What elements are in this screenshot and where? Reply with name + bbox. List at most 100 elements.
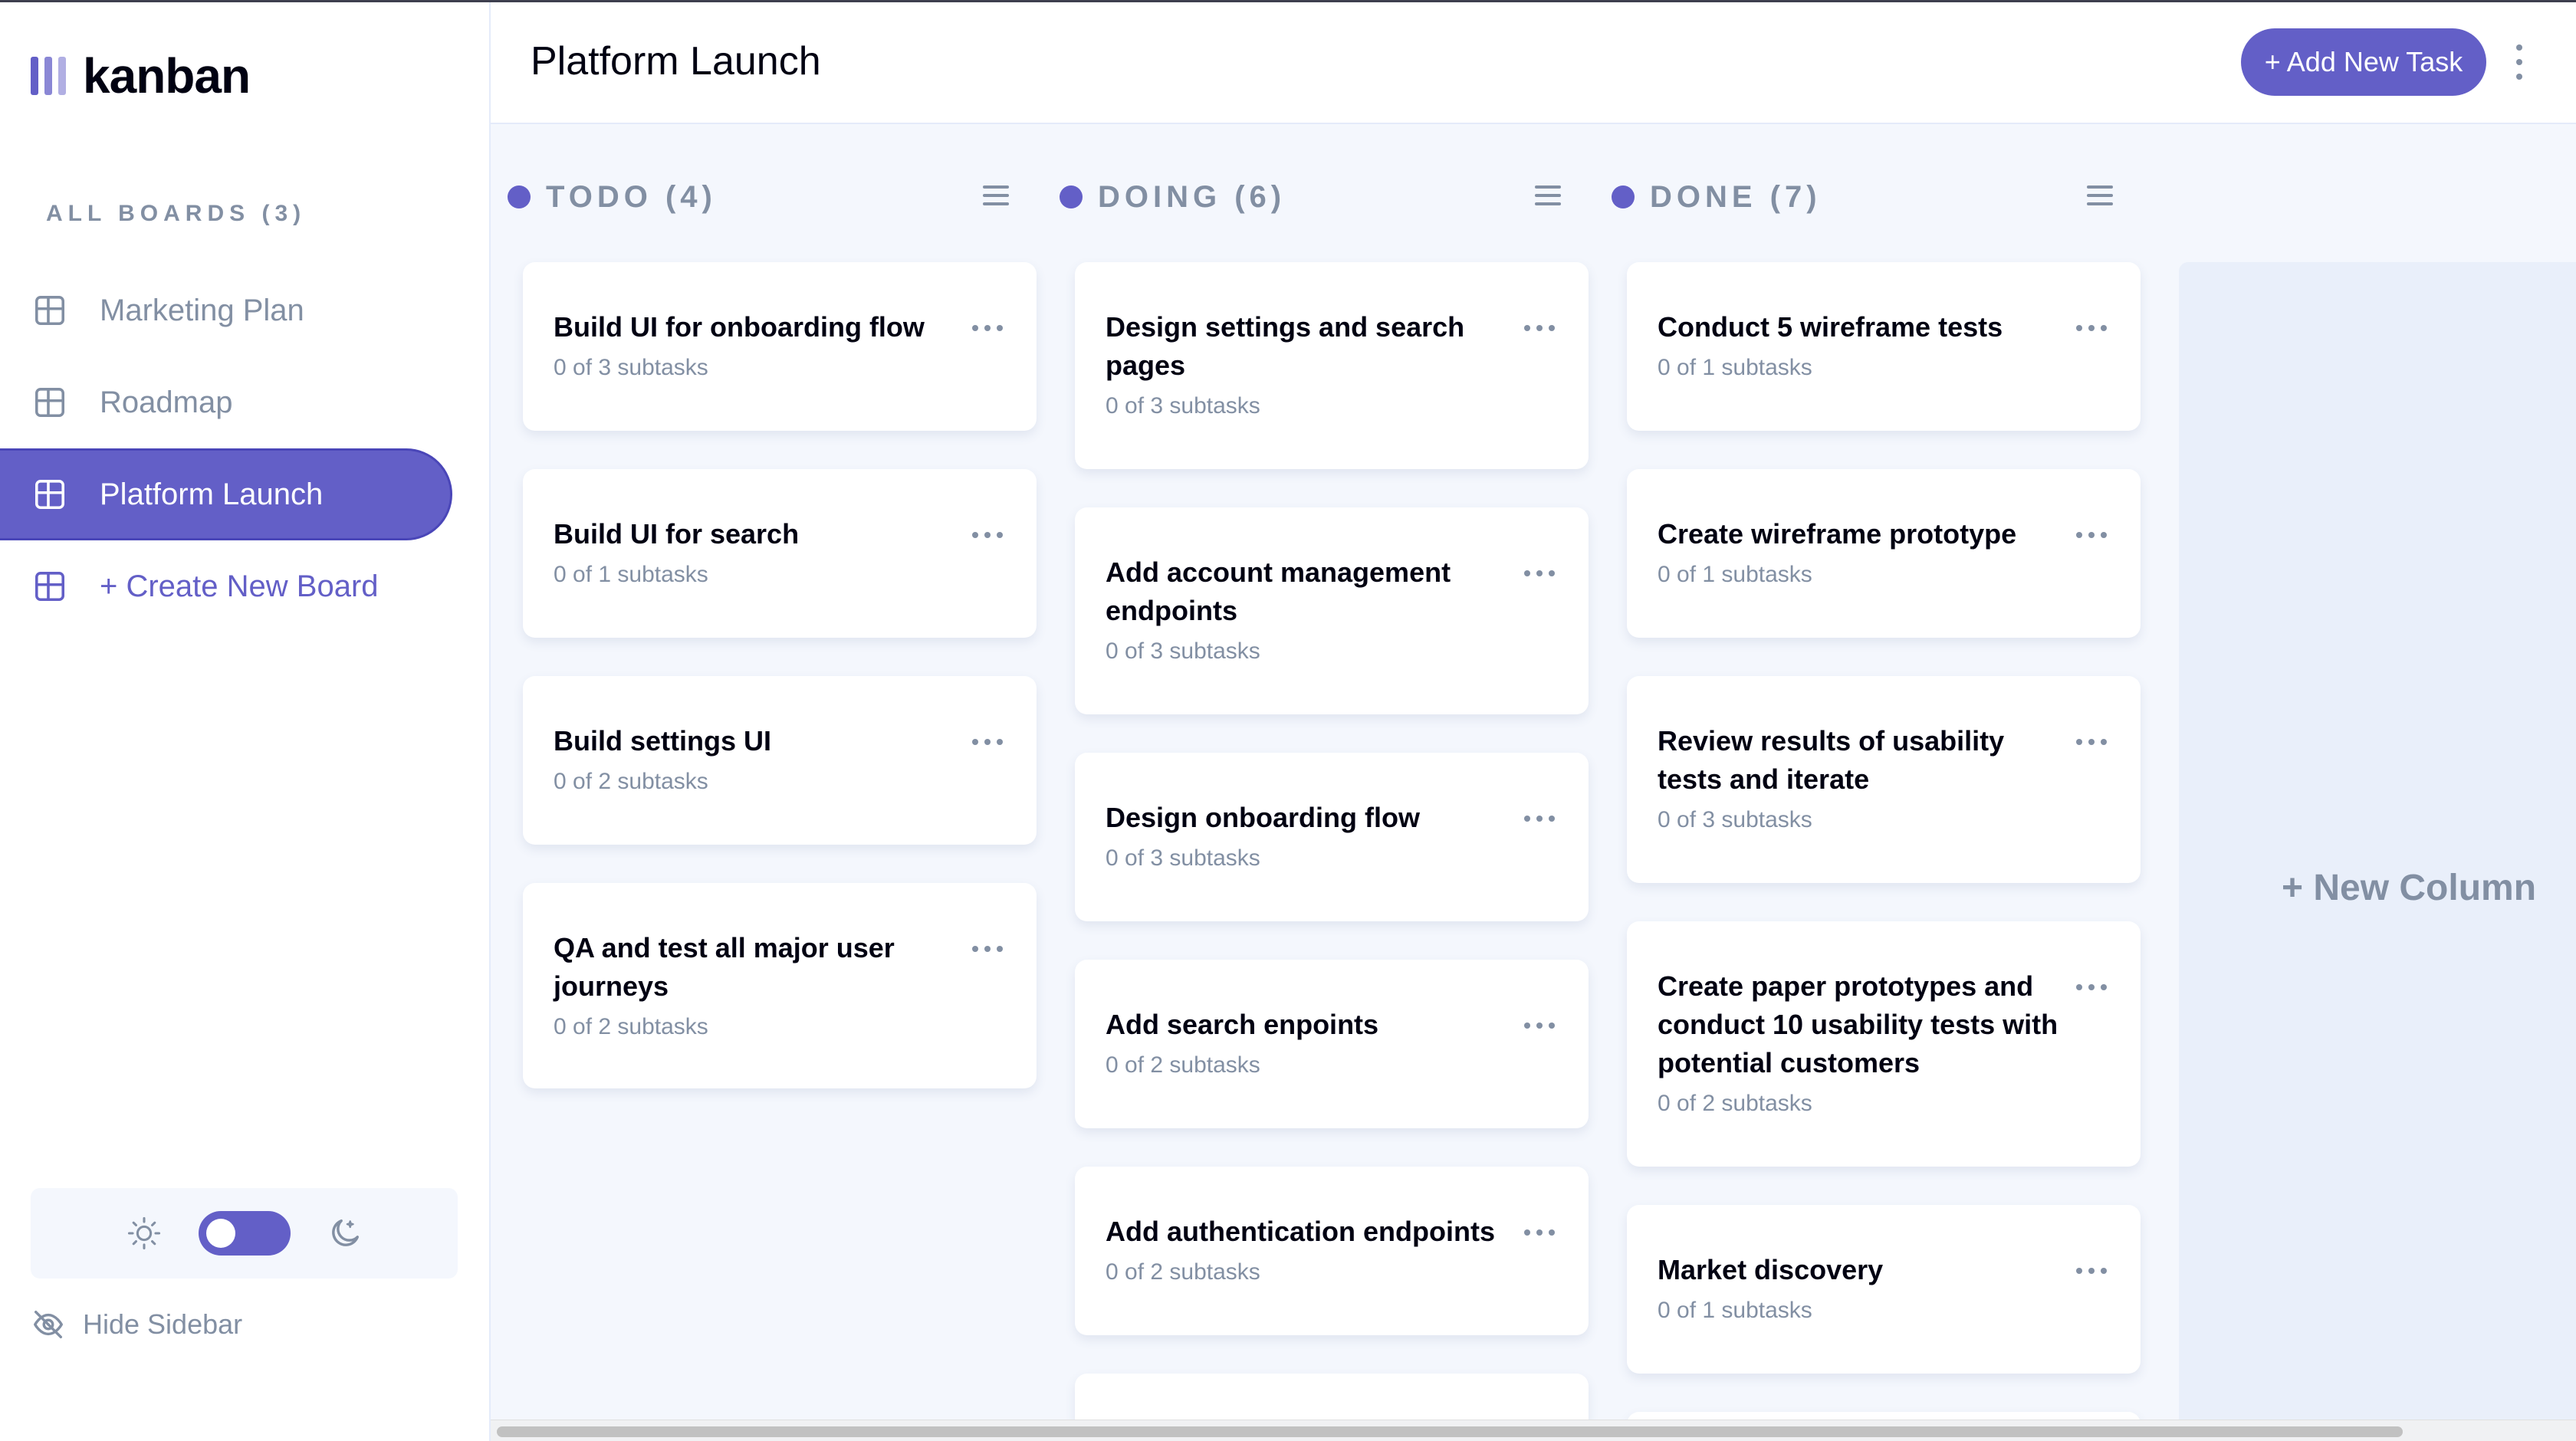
sidebar-item-label: Roadmap xyxy=(100,385,233,419)
more-icon[interactable] xyxy=(2076,532,2107,540)
task-card-partial[interactable] xyxy=(1075,1374,1589,1421)
task-title: QA and test all major user journeys xyxy=(554,932,895,1002)
more-icon[interactable] xyxy=(1524,570,1555,578)
column-header: DONE (7) xyxy=(1612,178,2113,216)
column-header: TODO (4) xyxy=(508,178,1009,216)
header: Platform Launch + Add New Task xyxy=(491,0,2576,124)
more-icon[interactable] xyxy=(2076,1268,2107,1275)
column-menu-icon[interactable] xyxy=(983,185,1009,205)
board-icon xyxy=(35,296,64,325)
task-title: Review results of usability tests and it… xyxy=(1658,725,2005,795)
column-title: DOING (6) xyxy=(1098,179,1286,214)
task-card[interactable]: Market discovery 0 of 1 subtasks xyxy=(1627,1205,2141,1374)
task-title: Add account management endpoints xyxy=(1106,556,1451,626)
task-title: Design onboarding flow xyxy=(1106,802,1420,833)
task-subtasks: 0 of 2 subtasks xyxy=(554,1014,708,1039)
hide-sidebar-button[interactable]: Hide Sidebar xyxy=(31,1307,242,1342)
horizontal-scrollbar[interactable] xyxy=(491,1420,2576,1441)
task-subtasks: 0 of 2 subtasks xyxy=(1106,1259,1260,1285)
task-title: Add authentication endpoints xyxy=(1106,1216,1495,1247)
all-boards-heading: ALL BOARDS (3) xyxy=(46,201,307,226)
task-card[interactable]: Build UI for search 0 of 1 subtasks xyxy=(523,469,1037,638)
theme-switch[interactable] xyxy=(198,1211,291,1256)
task-card[interactable]: Build settings UI 0 of 2 subtasks xyxy=(523,676,1037,845)
logo: kanban xyxy=(31,48,251,104)
task-subtasks: 0 of 1 subtasks xyxy=(554,562,708,587)
more-icon[interactable] xyxy=(972,325,1003,333)
sidebar-item-label: Platform Launch xyxy=(100,477,324,511)
new-column-button[interactable]: + New Column xyxy=(2179,262,2576,1421)
task-title: Design settings and search pages xyxy=(1106,311,1465,381)
create-new-board-button[interactable]: + Create New Board xyxy=(0,540,452,632)
task-subtasks: 0 of 3 subtasks xyxy=(554,355,708,380)
task-card[interactable]: Add search enpoints 0 of 2 subtasks xyxy=(1075,960,1589,1128)
more-icon[interactable] xyxy=(972,532,1003,540)
task-title: Build UI for onboarding flow xyxy=(554,311,925,343)
task-subtasks: 0 of 3 subtasks xyxy=(1106,845,1260,871)
task-title: Add search enpoints xyxy=(1106,1009,1379,1040)
task-subtasks: 0 of 2 subtasks xyxy=(1106,1052,1260,1078)
task-card[interactable]: Review results of usability tests and it… xyxy=(1627,676,2141,883)
logo-text: kanban xyxy=(83,48,251,103)
task-title: Create wireframe prototype xyxy=(1658,518,2017,550)
board-icon xyxy=(35,572,64,601)
board-list: Marketing Plan Roadmap Platform Launch +… xyxy=(0,264,452,632)
column-header: DOING (6) xyxy=(1060,178,1561,216)
task-subtasks: 0 of 3 subtasks xyxy=(1658,807,1812,832)
more-icon[interactable] xyxy=(2076,984,2107,992)
more-icon[interactable] xyxy=(1524,816,1555,823)
column-menu-icon[interactable] xyxy=(2087,185,2113,205)
task-card[interactable]: Create paper prototypes and conduct 10 u… xyxy=(1627,921,2141,1167)
sidebar-item-marketing-plan[interactable]: Marketing Plan xyxy=(0,264,452,356)
task-subtasks: 0 of 3 subtasks xyxy=(1106,638,1260,664)
task-title: Build UI for search xyxy=(554,518,800,550)
task-subtasks: 0 of 2 subtasks xyxy=(1658,1091,1812,1116)
more-icon[interactable] xyxy=(2076,325,2107,333)
more-icon[interactable] xyxy=(1524,1229,1555,1237)
sidebar-item-platform-launch[interactable]: Platform Launch xyxy=(0,448,452,540)
hide-sidebar-label: Hide Sidebar xyxy=(83,1308,243,1340)
logo-icon xyxy=(31,57,66,95)
task-title: Build settings UI xyxy=(554,725,772,757)
new-column-label: + New Column xyxy=(2281,867,2537,908)
task-subtasks: 0 of 1 subtasks xyxy=(1658,562,1812,587)
window-top-border xyxy=(0,0,2576,2)
board: TODO (4) Build UI for onboarding flow 0 … xyxy=(491,126,2576,1421)
task-title: Market discovery xyxy=(1658,1254,1884,1285)
task-title: Create paper prototypes and conduct 10 u… xyxy=(1658,970,2058,1078)
task-card[interactable]: Add account management endpoints 0 of 3 … xyxy=(1075,507,1589,714)
task-card[interactable]: Build UI for onboarding flow 0 of 3 subt… xyxy=(523,262,1037,431)
task-card[interactable]: Design onboarding flow 0 of 3 subtasks xyxy=(1075,753,1589,921)
eye-slash-icon xyxy=(34,1310,63,1339)
moon-icon xyxy=(331,1219,359,1246)
task-card[interactable]: Create wireframe prototype 0 of 1 subtas… xyxy=(1627,469,2141,638)
more-icon[interactable] xyxy=(2076,739,2107,747)
theme-switch-knob xyxy=(205,1219,235,1248)
task-title: Conduct 5 wireframe tests xyxy=(1658,311,2003,343)
more-icon[interactable] xyxy=(972,946,1003,954)
sidebar-item-label: Marketing Plan xyxy=(100,293,304,327)
board-icon xyxy=(35,388,64,417)
sun-icon xyxy=(127,1216,160,1250)
page-title: Platform Launch xyxy=(531,39,821,84)
task-card[interactable]: Conduct 5 wireframe tests 0 of 1 subtask… xyxy=(1627,262,2141,431)
sidebar-item-roadmap[interactable]: Roadmap xyxy=(0,356,452,448)
more-icon[interactable] xyxy=(1524,325,1555,333)
column-dot xyxy=(508,185,531,208)
task-card[interactable]: QA and test all major user journeys 0 of… xyxy=(523,883,1037,1088)
column-dot xyxy=(1060,185,1083,208)
task-subtasks: 0 of 1 subtasks xyxy=(1658,1298,1812,1323)
task-card[interactable]: Add authentication endpoints 0 of 2 subt… xyxy=(1075,1167,1589,1335)
add-new-task-button[interactable]: + Add New Task xyxy=(2241,28,2486,96)
create-new-board-label: + Create New Board xyxy=(100,569,379,603)
scrollbar-thumb[interactable] xyxy=(497,1426,2403,1437)
more-icon[interactable] xyxy=(972,739,1003,747)
task-card[interactable]: Design settings and search pages 0 of 3 … xyxy=(1075,262,1589,469)
more-icon[interactable] xyxy=(1524,1022,1555,1030)
vertical-ellipsis-icon[interactable] xyxy=(2512,44,2527,80)
column-dot xyxy=(1612,185,1635,208)
column-title: DONE (7) xyxy=(1650,179,1822,214)
column-menu-icon[interactable] xyxy=(1535,185,1561,205)
column-title: TODO (4) xyxy=(546,179,717,214)
task-subtasks: 0 of 1 subtasks xyxy=(1658,355,1812,380)
